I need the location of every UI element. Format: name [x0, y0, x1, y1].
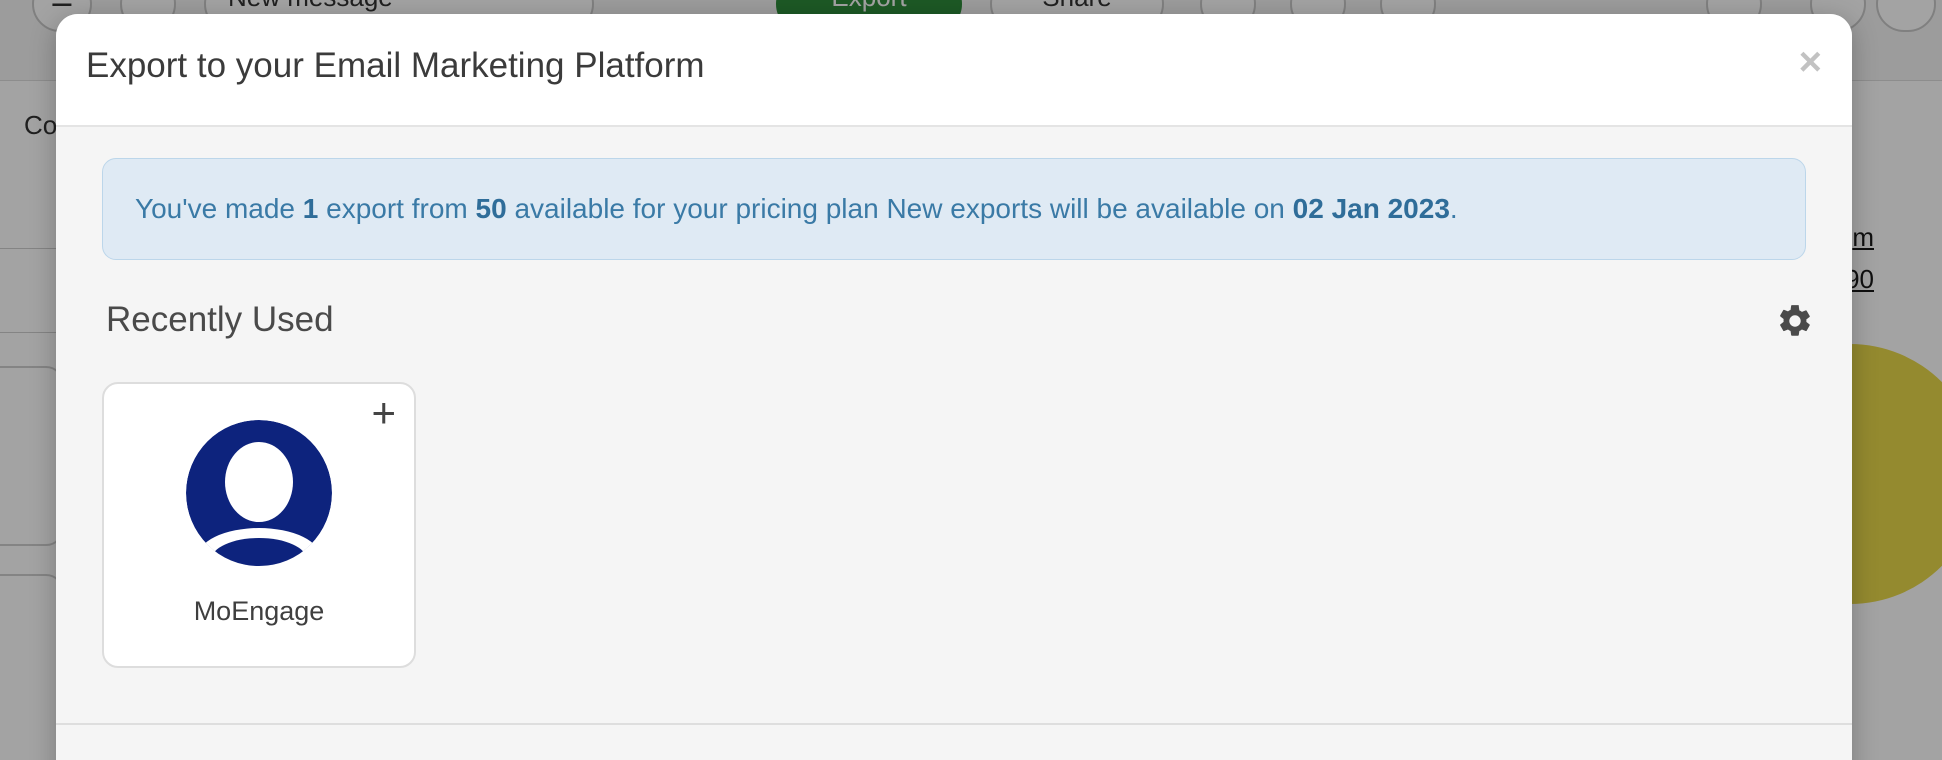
alert-text-middle: export from	[318, 193, 476, 224]
add-platform-button[interactable]: +	[371, 392, 396, 434]
platform-tile-moengage[interactable]: + MoEngage	[102, 382, 416, 668]
alert-export-count: 1	[302, 193, 319, 224]
export-modal: Export to your Email Marketing Platform …	[56, 14, 1852, 760]
alert-date: 02 Jan 2023	[1292, 193, 1450, 224]
close-button[interactable]: ×	[1799, 42, 1822, 82]
alert-text-suffix: available for your pricing plan New expo…	[506, 193, 1293, 224]
recently-used-title: Recently Used	[106, 300, 334, 339]
user-avatar-icon	[186, 420, 332, 566]
modal-header: Export to your Email Marketing Platform …	[56, 14, 1852, 127]
alert-text-prefix: You've made	[135, 193, 303, 224]
export-quota-alert: You've made 1 export from 50 available f…	[102, 158, 1806, 260]
modal-footer-divider	[56, 723, 1852, 725]
modal-title: Export to your Email Marketing Platform	[86, 46, 705, 85]
gear-icon[interactable]	[1776, 302, 1814, 340]
platform-label: MoEngage	[193, 596, 325, 626]
alert-available-count: 50	[475, 193, 507, 224]
alert-text-end: .	[1449, 193, 1458, 224]
